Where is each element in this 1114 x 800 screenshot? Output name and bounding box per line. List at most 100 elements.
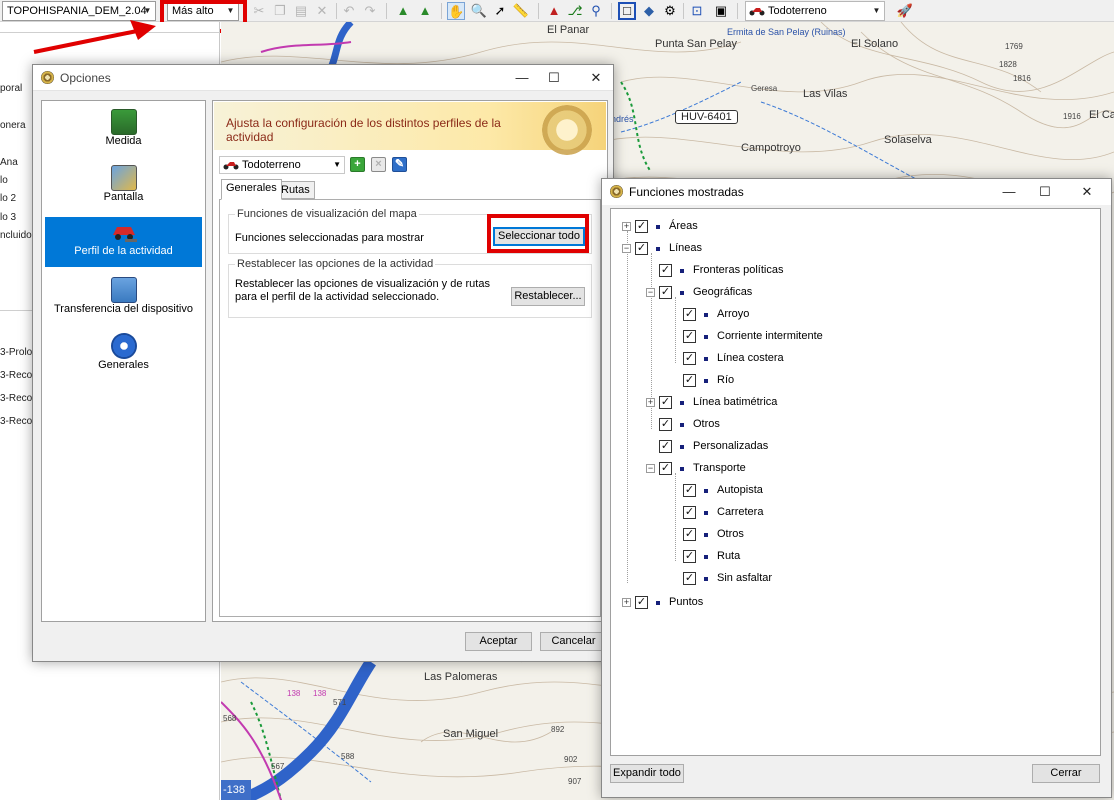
checkbox-checked[interactable]: ✓ [635,242,648,255]
elevation-label: 892 [551,725,565,734]
select-pointer-icon[interactable]: ➚ [491,2,509,20]
category-general[interactable]: Generales [45,333,202,381]
list-item[interactable]: lo [0,175,8,186]
options-category-list: Medida Pantalla Perfil de la actividad T… [41,100,206,622]
expand-all-button[interactable]: Expandir todo [610,764,684,783]
minimize-icon[interactable]: — [998,183,1020,201]
checkbox-checked[interactable]: ✓ [683,308,696,321]
reset-button[interactable]: Restablecer... [511,287,585,306]
tab-general[interactable]: Generales [221,179,282,200]
cut-icon[interactable]: ✂ [250,2,268,20]
bullet-icon [704,313,708,317]
checkbox-checked[interactable]: ✓ [659,418,672,431]
3d-view-icon[interactable]: ◆ [640,2,658,20]
checkbox-checked[interactable]: ✓ [635,596,648,609]
expand-plus-icon[interactable]: + [646,398,655,407]
button-label: Cancelar [551,635,596,647]
list-item[interactable]: 3-Prolo [0,347,32,358]
elevation-label: 567 [271,762,285,771]
collapse-minus-icon[interactable]: − [646,288,655,297]
activity-profile-select[interactable]: Todoterreno ▼ [219,156,345,174]
tree-node-label: Puntos [669,596,704,608]
paste-icon[interactable]: ▤ [292,2,310,20]
edit-profile-icon[interactable]: ✎ [392,157,407,172]
category-label: Medida [105,135,142,147]
category-display[interactable]: Pantalla [45,165,202,211]
activity-profile-combo[interactable]: Todoterreno ▼ [745,1,885,21]
close-icon[interactable]: ✕ [585,69,607,87]
road-number-badge: -138 [223,784,246,796]
chevron-down-icon[interactable]: ▼ [333,157,341,173]
category-device-transfer[interactable]: Transferencia del dispositivo [45,277,202,325]
undo-icon[interactable]: ↶ [340,2,358,20]
send-to-device-icon[interactable]: ▲ [416,2,434,20]
list-item[interactable]: 3-Reco [0,416,32,427]
layers-icon[interactable]: ▣ [712,2,730,20]
checkbox-checked[interactable]: ✓ [659,396,672,409]
maximize-icon[interactable]: ☐ [543,69,565,87]
delete-profile-icon[interactable]: × [371,157,386,172]
receive-from-device-icon[interactable]: ▲ [394,2,412,20]
redo-icon[interactable]: ↷ [361,2,379,20]
tree-node-label: Corriente intermitente [717,330,823,342]
category-activity-profile[interactable]: Perfil de la actividad [45,217,202,267]
options-dialog: Opciones — ☐ ✕ Medida Pantalla Perfil de… [32,64,614,662]
close-icon[interactable]: ✕ [1076,183,1098,201]
list-item[interactable]: onera [0,120,26,131]
chevron-down-icon[interactable]: ▼ [869,2,884,20]
list-item[interactable]: 3-Reco [0,393,32,404]
cancel-button[interactable]: Cancelar [540,632,607,651]
checkbox-checked[interactable]: ✓ [659,264,672,277]
list-item[interactable]: poral [0,83,22,94]
checkbox-checked[interactable]: ✓ [683,330,696,343]
expand-plus-icon[interactable]: + [622,222,631,231]
bullet-icon [704,335,708,339]
category-measure[interactable]: Medida [45,109,202,155]
checkbox-checked[interactable]: ✓ [635,220,648,233]
collapse-minus-icon[interactable]: − [622,244,631,253]
maximize-icon[interactable]: ☐ [1034,183,1056,201]
checkbox-checked[interactable]: ✓ [683,374,696,387]
checkbox-checked[interactable]: ✓ [659,286,672,299]
list-item[interactable]: 3-Reco [0,370,32,381]
list-item[interactable]: Ana [0,157,18,168]
road-badge: HUV-6401 [675,110,738,124]
checkbox-checked[interactable]: ✓ [683,572,696,585]
delete-icon[interactable]: ✕ [313,2,331,20]
pan-hand-icon[interactable]: ✋ [447,2,465,20]
list-item[interactable]: ncluido [0,230,32,241]
filter-icon[interactable]: ⚙ [661,2,679,20]
checkbox-checked[interactable]: ✓ [659,462,672,475]
checkbox-checked[interactable]: ✓ [683,550,696,563]
checkbox-checked[interactable]: ✓ [683,528,696,541]
measure-ruler-icon[interactable]: 📏 [512,2,530,20]
tree-node-label: Línea batimétrica [693,396,778,408]
motorcycle-icon [223,162,239,170]
options-titlebar[interactable]: Opciones — ☐ ✕ [33,65,613,91]
route-tool-icon[interactable]: ⎇ [566,2,584,20]
close-button[interactable]: Cerrar [1032,764,1100,783]
zoom-icon[interactable]: 🔍 [470,2,488,20]
collapse-minus-icon[interactable]: − [646,464,655,473]
waypoint-tool-icon[interactable]: ▲ [545,2,563,20]
add-profile-icon[interactable]: + [350,157,365,172]
map-view-icon[interactable]: □ [618,2,636,20]
list-item[interactable]: lo 3 [0,212,16,223]
minimize-icon[interactable]: — [511,69,533,87]
checkbox-checked[interactable]: ✓ [659,440,672,453]
checkbox-checked[interactable]: ✓ [683,352,696,365]
track-tool-icon[interactable]: ⚲ [587,2,605,20]
expand-plus-icon[interactable]: + [622,598,631,607]
features-titlebar[interactable]: Funciones mostradas — ☐ ✕ [602,179,1111,205]
bullet-icon [704,555,708,559]
elevation-label: 138 [287,689,301,698]
rocket-icon[interactable]: 🚀 [896,2,914,20]
checkbox-checked[interactable]: ✓ [683,484,696,497]
group-text: Funciones seleccionadas para mostrar [235,232,424,244]
copy-icon[interactable]: ❐ [271,2,289,20]
accept-button[interactable]: Aceptar [465,632,532,651]
list-item[interactable]: lo 2 [0,193,16,204]
tab-routes[interactable]: Rutas [276,181,315,199]
checkbox-checked[interactable]: ✓ [683,506,696,519]
fit-map-icon[interactable]: ⊡ [688,2,706,20]
